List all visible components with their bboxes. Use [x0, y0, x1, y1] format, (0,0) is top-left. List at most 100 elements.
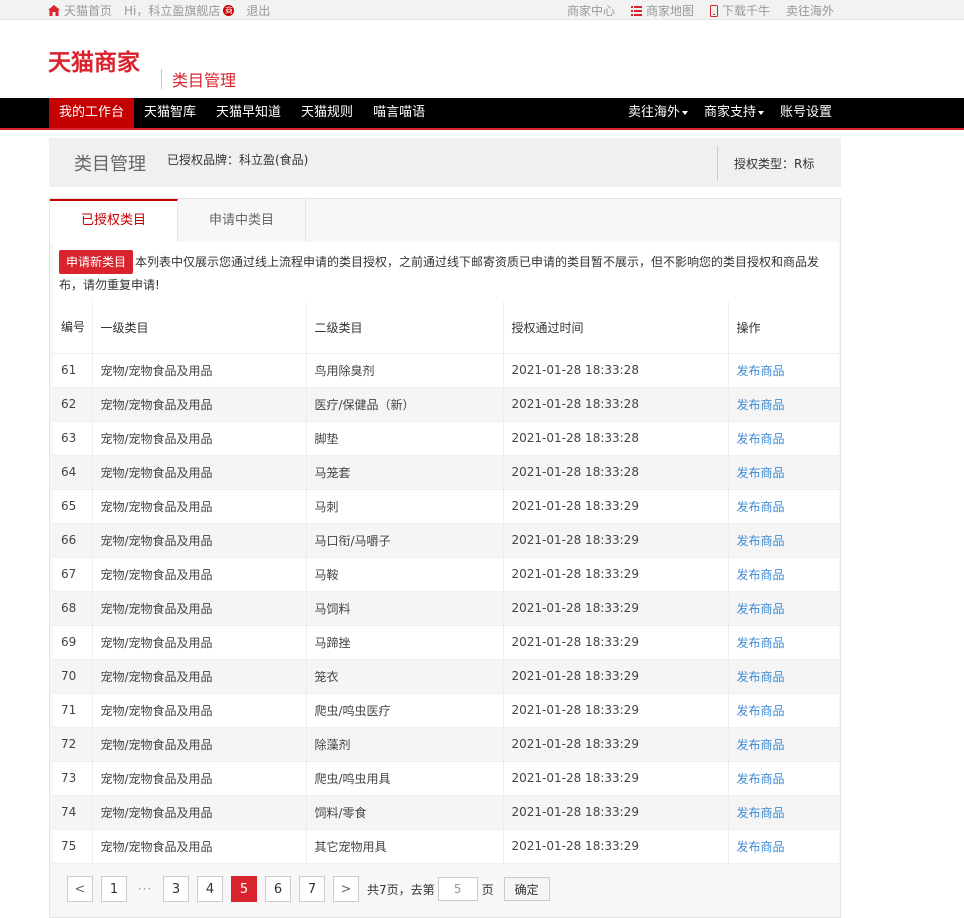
table-row: 69 宠物/宠物食品及用品 马蹄挫 2021-01-28 18:33:29 发布商品	[53, 625, 839, 660]
download-qianniu-link[interactable]: 下载千牛	[709, 2, 770, 19]
row-level1: 宠物/宠物食品及用品	[92, 387, 307, 422]
chevron-down-icon	[757, 111, 764, 115]
row-level1: 宠物/宠物食品及用品	[92, 591, 307, 626]
page-ellipsis: ···	[137, 882, 153, 896]
publish-product-link[interactable]: 发布商品	[737, 704, 785, 718]
publish-product-link[interactable]: 发布商品	[737, 840, 785, 854]
nav-item-account-settings[interactable]: 账号设置	[772, 98, 840, 128]
seller-center-label: 商家中心	[566, 4, 615, 18]
row-time: 2021-01-28 18:33:28	[503, 455, 729, 490]
row-no: 66	[53, 523, 93, 558]
tab-pending[interactable]: 申请中类目	[178, 199, 306, 243]
row-time: 2021-01-28 18:33:28	[503, 387, 729, 422]
row-no: 70	[53, 659, 93, 694]
row-level2: 马鞍	[306, 557, 504, 592]
row-time: 2021-01-28 18:33:29	[503, 625, 729, 660]
publish-product-link[interactable]: 发布商品	[737, 534, 785, 548]
nav-item-sell-overseas[interactable]: 卖往海外	[620, 98, 696, 128]
table-row: 74 宠物/宠物食品及用品 饲料/零食 2021-01-28 18:33:29 发布商品	[53, 795, 839, 830]
nav-item-rules[interactable]: 天猫规则	[291, 98, 363, 128]
page-head: 类目管理 已授权品牌：科立盈(食品) 授权类型：R标	[49, 138, 841, 187]
page-jump-input[interactable]	[437, 877, 478, 901]
publish-product-link[interactable]: 发布商品	[737, 806, 785, 820]
publish-product-link[interactable]: 发布商品	[737, 636, 785, 650]
row-level2: 脚垫	[306, 421, 504, 456]
row-level2: 鸟用除臭剂	[306, 353, 504, 388]
row-level1: 宠物/宠物食品及用品	[92, 727, 307, 762]
nav-sell-overseas-label: 卖往海外	[627, 105, 680, 120]
row-level2: 马笼套	[306, 455, 504, 490]
home-link[interactable]: 天猫首页	[48, 2, 112, 19]
row-no: 75	[53, 829, 93, 864]
page-button-3[interactable]: 3	[163, 876, 189, 902]
nav-item-miaoyan[interactable]: 喵言喵语	[363, 98, 435, 128]
row-time: 2021-01-28 18:33:29	[503, 761, 729, 796]
page-button-7[interactable]: 7	[299, 876, 325, 902]
publish-product-link[interactable]: 发布商品	[737, 568, 785, 582]
row-level2: 马饲料	[306, 591, 504, 626]
publish-product-link[interactable]: 发布商品	[737, 602, 785, 616]
nav-item-merchant-support[interactable]: 商家支持	[696, 98, 772, 128]
page-confirm-button[interactable]: 确定	[503, 877, 550, 901]
seller-map-link[interactable]: 商家地图	[630, 2, 694, 19]
tab-authorized[interactable]: 已授权类目	[50, 199, 178, 243]
row-action-cell: 发布商品	[728, 659, 839, 694]
publish-product-link[interactable]: 发布商品	[737, 670, 785, 684]
page-button-6[interactable]: 6	[265, 876, 291, 902]
row-time: 2021-01-28 18:33:29	[503, 591, 729, 626]
top-bar-left: 天猫首页 Hi，科立盈旗舰店 商 退出	[48, 2, 282, 19]
shop-greeting: Hi，科立盈旗舰店 商	[124, 2, 235, 19]
home-icon	[48, 5, 60, 16]
tmall-logo[interactable]: 天猫商家	[48, 43, 140, 77]
pagination: < 1 ··· 3 4 5 6 7 > 共7页，去第 页 确定	[67, 876, 550, 902]
page-suffix-label: 页	[481, 882, 494, 897]
phone-icon	[709, 4, 718, 17]
nav-right: 卖往海外 商家支持 账号设置	[620, 98, 840, 128]
nav-left: 我的工作台 天猫智库 天猫早知道 天猫规则 喵言喵语	[49, 98, 435, 128]
sell-overseas-link[interactable]: 卖往海外	[786, 2, 834, 19]
list-icon	[630, 5, 642, 16]
publish-product-link[interactable]: 发布商品	[737, 432, 785, 446]
auth-type: 授权类型：R标	[734, 157, 815, 171]
row-level1: 宠物/宠物食品及用品	[92, 523, 307, 558]
apply-new-category-button[interactable]: 申请新类目	[59, 250, 134, 274]
table-row: 71 宠物/宠物食品及用品 爬虫/鸣虫医疗 2021-01-28 18:33:29 发布…	[53, 693, 839, 728]
row-no: 74	[53, 795, 93, 830]
col-header-action: 操作	[728, 302, 839, 354]
publish-product-link[interactable]: 发布商品	[737, 500, 785, 514]
publish-product-link[interactable]: 发布商品	[737, 738, 785, 752]
row-no: 72	[53, 727, 93, 762]
page-button-1[interactable]: 1	[101, 876, 127, 902]
page-button-4[interactable]: 4	[197, 876, 223, 902]
publish-product-link[interactable]: 发布商品	[737, 398, 785, 412]
prev-page-button[interactable]: <	[67, 876, 93, 902]
nav-item-think-tank[interactable]: 天猫智库	[134, 98, 206, 128]
page-head-divider	[717, 146, 718, 181]
next-page-button[interactable]: >	[333, 876, 359, 902]
publish-product-link[interactable]: 发布商品	[737, 772, 785, 786]
table-row: 65 宠物/宠物食品及用品 马刺 2021-01-28 18:33:29 发布商品	[53, 489, 839, 524]
table-row: 70 宠物/宠物食品及用品 笼衣 2021-01-28 18:33:29 发布商品	[53, 659, 839, 694]
publish-product-link[interactable]: 发布商品	[737, 364, 785, 378]
page-button-5-current[interactable]: 5	[231, 876, 257, 902]
nav-item-early-know[interactable]: 天猫早知道	[206, 98, 291, 128]
row-time: 2021-01-28 18:33:29	[503, 489, 729, 524]
logout-link[interactable]: 退出	[246, 2, 270, 19]
row-time: 2021-01-28 18:33:28	[503, 353, 729, 388]
logo-divider	[161, 69, 162, 89]
publish-product-link[interactable]: 发布商品	[737, 466, 785, 480]
row-time: 2021-01-28 18:33:29	[503, 659, 729, 694]
row-level1: 宠物/宠物食品及用品	[92, 421, 307, 456]
row-level2: 除藻剂	[306, 727, 504, 762]
row-no: 73	[53, 761, 93, 796]
page-total-label: 共7页，去第	[367, 882, 435, 897]
row-no: 62	[53, 387, 93, 422]
notice-text: 本列表中仅展示您通过线上流程申请的类目授权，之前通过线下邮寄资质已申请的类目暂不…	[59, 255, 820, 292]
nav-item-workbench[interactable]: 我的工作台	[49, 98, 135, 128]
row-action-cell: 发布商品	[728, 455, 839, 490]
seller-center-link[interactable]: 商家中心	[567, 2, 615, 19]
tab-content: 申请新类目 本列表中仅展示您通过线上流程申请的类目授权，之前通过线下邮寄资质已申请…	[53, 242, 839, 864]
category-table: 编号 一级类目 二级类目 授权通过时间 操作 61 宠物/宠物食品及用品 鸟用除臭剂…	[53, 302, 839, 864]
row-level1: 宠物/宠物食品及用品	[92, 829, 307, 864]
chevron-down-icon	[681, 111, 688, 115]
